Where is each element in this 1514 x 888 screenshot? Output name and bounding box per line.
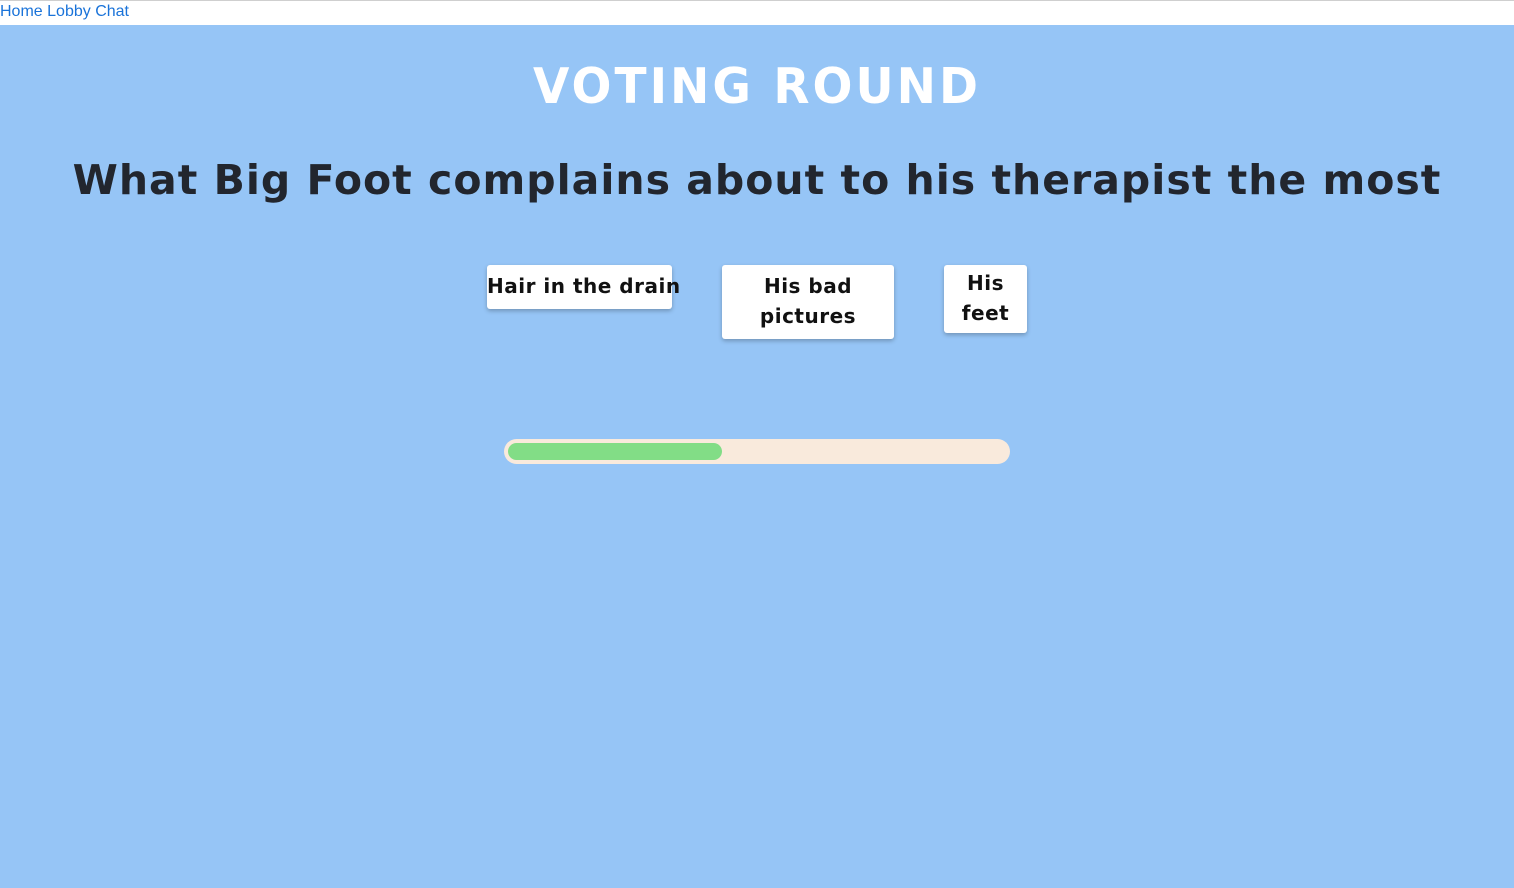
prompt-text: What Big Foot complains about to his the… (72, 156, 1442, 204)
top-nav: Home Lobby Chat (0, 0, 1514, 24)
timer-progress-bar (504, 439, 1010, 464)
game-stage: VOTING ROUND What Big Foot complains abo… (0, 25, 1514, 888)
nav-link-chat[interactable]: Chat (95, 3, 129, 20)
nav-link-lobby[interactable]: Lobby (47, 3, 91, 20)
answer-card-3[interactable]: His feet (944, 265, 1027, 333)
timer-progress-fill (508, 443, 722, 460)
answer-card-2[interactable]: His bad pictures (722, 265, 894, 339)
answer-card-1[interactable]: Hair in the drain (487, 265, 680, 309)
nav-link-home[interactable]: Home (0, 3, 43, 20)
round-title: VOTING ROUND (533, 57, 981, 116)
